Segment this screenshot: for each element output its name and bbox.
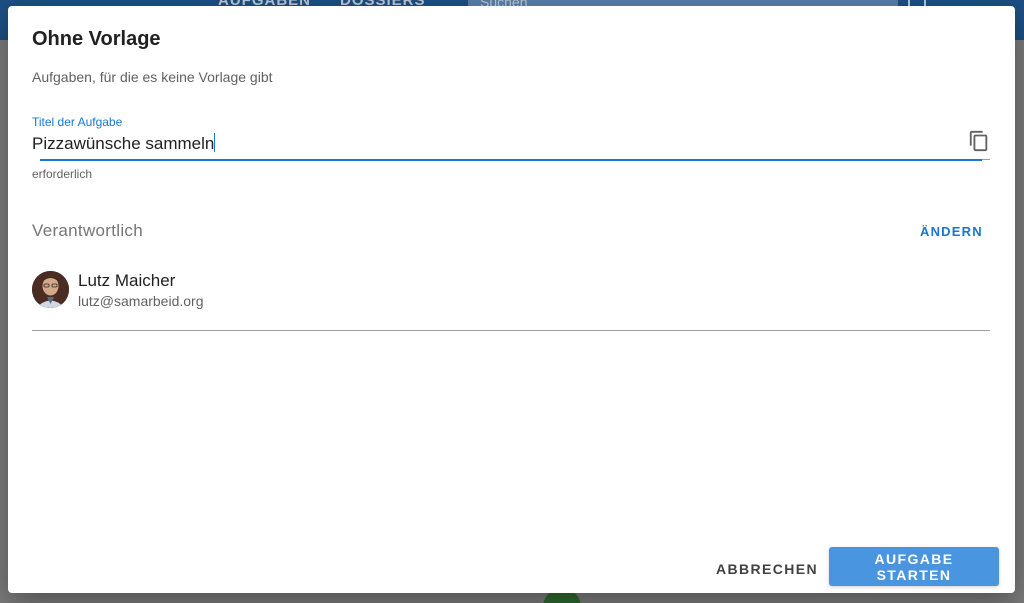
cancel-button[interactable]: ABBRECHEN [708, 551, 826, 587]
divider [32, 330, 990, 331]
avatar [32, 271, 69, 308]
start-task-button[interactable]: AUFGABE STARTEN [829, 547, 999, 586]
text-caret [214, 133, 216, 152]
avatar-image [32, 271, 69, 308]
task-title-label: Titel der Aufgabe [32, 115, 123, 129]
task-title-helper: erforderlich [32, 167, 93, 181]
dialog-title: Ohne Vorlage [32, 28, 161, 50]
task-dialog: Ohne Vorlage Aufgaben, für die es keine … [8, 6, 1015, 593]
responsible-name: Lutz Maicher [78, 271, 176, 290]
responsible-email: lutz@samarbeid.org [78, 293, 204, 309]
task-title-value: Pizzawünsche sammeln [32, 134, 215, 153]
task-title-underline [40, 159, 982, 161]
responsible-label: Verantwortlich [32, 221, 143, 240]
copy-icon[interactable] [968, 130, 990, 152]
task-title-input[interactable]: Pizzawünsche sammeln [32, 133, 962, 154]
task-title-underline-end [982, 159, 990, 160]
dialog-subtitle: Aufgaben, für die es keine Vorlage gibt [32, 69, 273, 85]
change-responsible-button[interactable]: ÄNDERN [910, 220, 993, 243]
